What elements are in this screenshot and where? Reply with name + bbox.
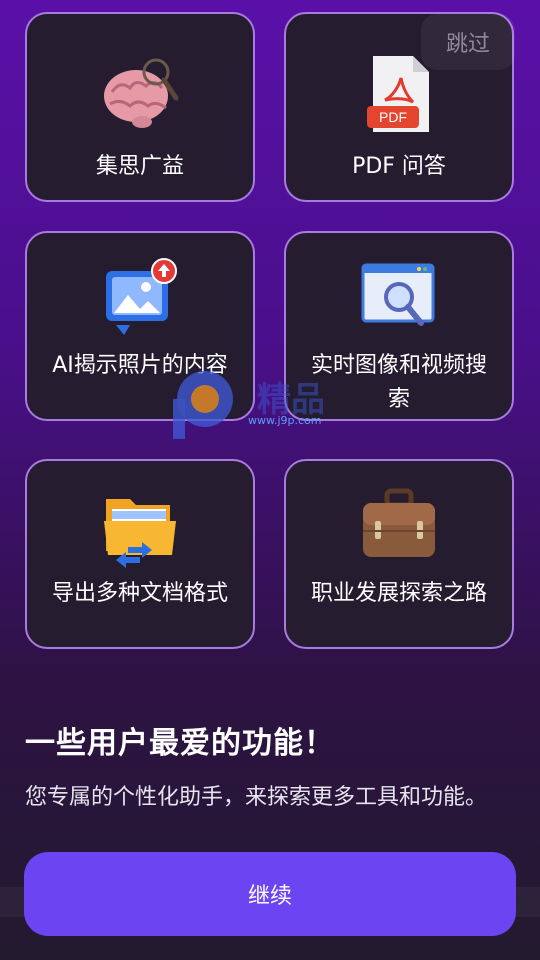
card-label: 集思广益	[95, 154, 184, 179]
continue-button[interactable]: 继续	[24, 852, 516, 936]
brain-magnifier-icon	[98, 52, 182, 136]
pdf-badge-text: PDF	[379, 109, 407, 125]
watermark-url: www.j9p.com	[248, 414, 322, 427]
window-search-icon	[357, 257, 441, 341]
card-label: PDF 问答	[352, 154, 446, 179]
card-label: 职业发展探索之路	[310, 581, 487, 606]
page-title: 一些用户最爱的功能！	[25, 726, 335, 761]
feature-grid: 集思广益 PDF PDF 问答 AI揭示照片的内容 实时图像和视频搜索 导出多种…	[0, 0, 540, 680]
card-label: 导出多种文档格式	[51, 581, 228, 606]
card-export-docs[interactable]: 导出多种文档格式	[25, 459, 255, 649]
watermark-logo: 精品	[165, 365, 405, 445]
card-brainstorm[interactable]: 集思广益	[25, 12, 255, 202]
page-description: 您专属的个性化助手，来探索更多工具和功能。	[25, 785, 488, 810]
folder-transfer-icon	[98, 485, 182, 569]
skip-button[interactable]: 跳过	[421, 14, 515, 70]
briefcase-icon	[357, 485, 441, 569]
card-career-path[interactable]: 职业发展探索之路	[284, 459, 514, 649]
image-upload-icon	[98, 257, 182, 341]
